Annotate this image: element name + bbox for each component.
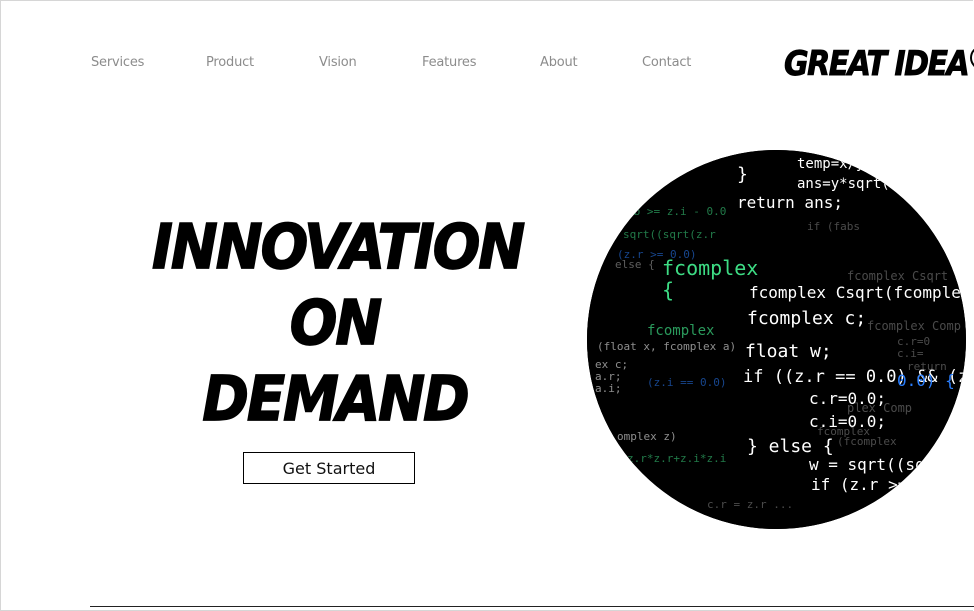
svg-text:{: {	[662, 278, 674, 302]
svg-text:}: }	[737, 164, 748, 185]
svg-text:if (fabs: if (fabs	[807, 220, 860, 233]
svg-text:z.r*z.r+z.i*z.i: z.r*z.r+z.i*z.i	[627, 452, 726, 465]
svg-text:<b >= z.i - 0.0: <b >= z.i - 0.0	[627, 205, 726, 218]
get-started-button[interactable]: Get Started	[243, 452, 415, 484]
nav-item-about[interactable]: About	[540, 55, 578, 70]
svg-text:sqrt((sqrt(z.r: sqrt((sqrt(z.r	[623, 228, 716, 241]
hero-title-line-2: ON	[289, 287, 383, 360]
svg-text:else {: else {	[615, 258, 655, 271]
code-image: <b >= z.i - 0.0 sqrt((sqrt(z.r (z.r >= 0…	[587, 150, 966, 529]
svg-text:fcomplex: fcomplex	[662, 256, 758, 280]
lightbulb-icon	[970, 49, 974, 67]
svg-text:c.i=0.0;: c.i=0.0;	[809, 412, 886, 431]
svg-text:float w;: float w;	[745, 341, 832, 362]
hero-title: INNOVATION ON DEMAND	[151, 210, 526, 438]
svg-text:fcomplex c;: fcomplex c;	[747, 308, 866, 329]
svg-text:omplex z): omplex z)	[617, 430, 677, 443]
code-screen-graphic: <b >= z.i - 0.0 sqrt((sqrt(z.r (z.r >= 0…	[587, 150, 966, 529]
nav-item-vision[interactable]: Vision	[319, 55, 357, 70]
brand-logo[interactable]: GREAT IDEA	[784, 44, 974, 84]
hero-title-line-3: DEMAND	[202, 363, 471, 436]
svg-text:(float x, fcomplex a): (float x, fcomplex a)	[597, 340, 736, 353]
svg-text:return ans;: return ans;	[737, 193, 843, 212]
nav-item-features[interactable]: Features	[422, 55, 477, 70]
brand-name: GREAT IDEA	[784, 44, 971, 84]
svg-text:a.i;: a.i;	[595, 382, 622, 395]
svg-text:} else {: } else {	[747, 436, 834, 457]
svg-text:c.i=: c.i=	[897, 347, 924, 360]
nav-item-contact[interactable]: Contact	[642, 55, 691, 70]
svg-text:c.r=0.0;: c.r=0.0;	[809, 389, 886, 408]
svg-text:c.r = z.r ...: c.r = z.r ...	[707, 498, 793, 511]
svg-text:fcomplex Csqrt(fcomplex z): fcomplex Csqrt(fcomplex z)	[749, 283, 966, 302]
svg-text:fcomplex Csqrt: fcomplex Csqrt	[847, 269, 948, 283]
svg-text:(z.i == 0.0): (z.i == 0.0)	[647, 376, 726, 389]
svg-text:fcomplex: fcomplex	[647, 323, 714, 339]
svg-text:fcomplex Comp: fcomplex Comp	[867, 319, 961, 333]
hero-title-line-1: INNOVATION	[151, 211, 526, 284]
section-divider	[90, 606, 974, 607]
svg-text:0.0) {: 0.0) {	[897, 371, 955, 390]
nav-item-product[interactable]: Product	[206, 55, 254, 70]
nav-item-services[interactable]: Services	[91, 55, 144, 70]
